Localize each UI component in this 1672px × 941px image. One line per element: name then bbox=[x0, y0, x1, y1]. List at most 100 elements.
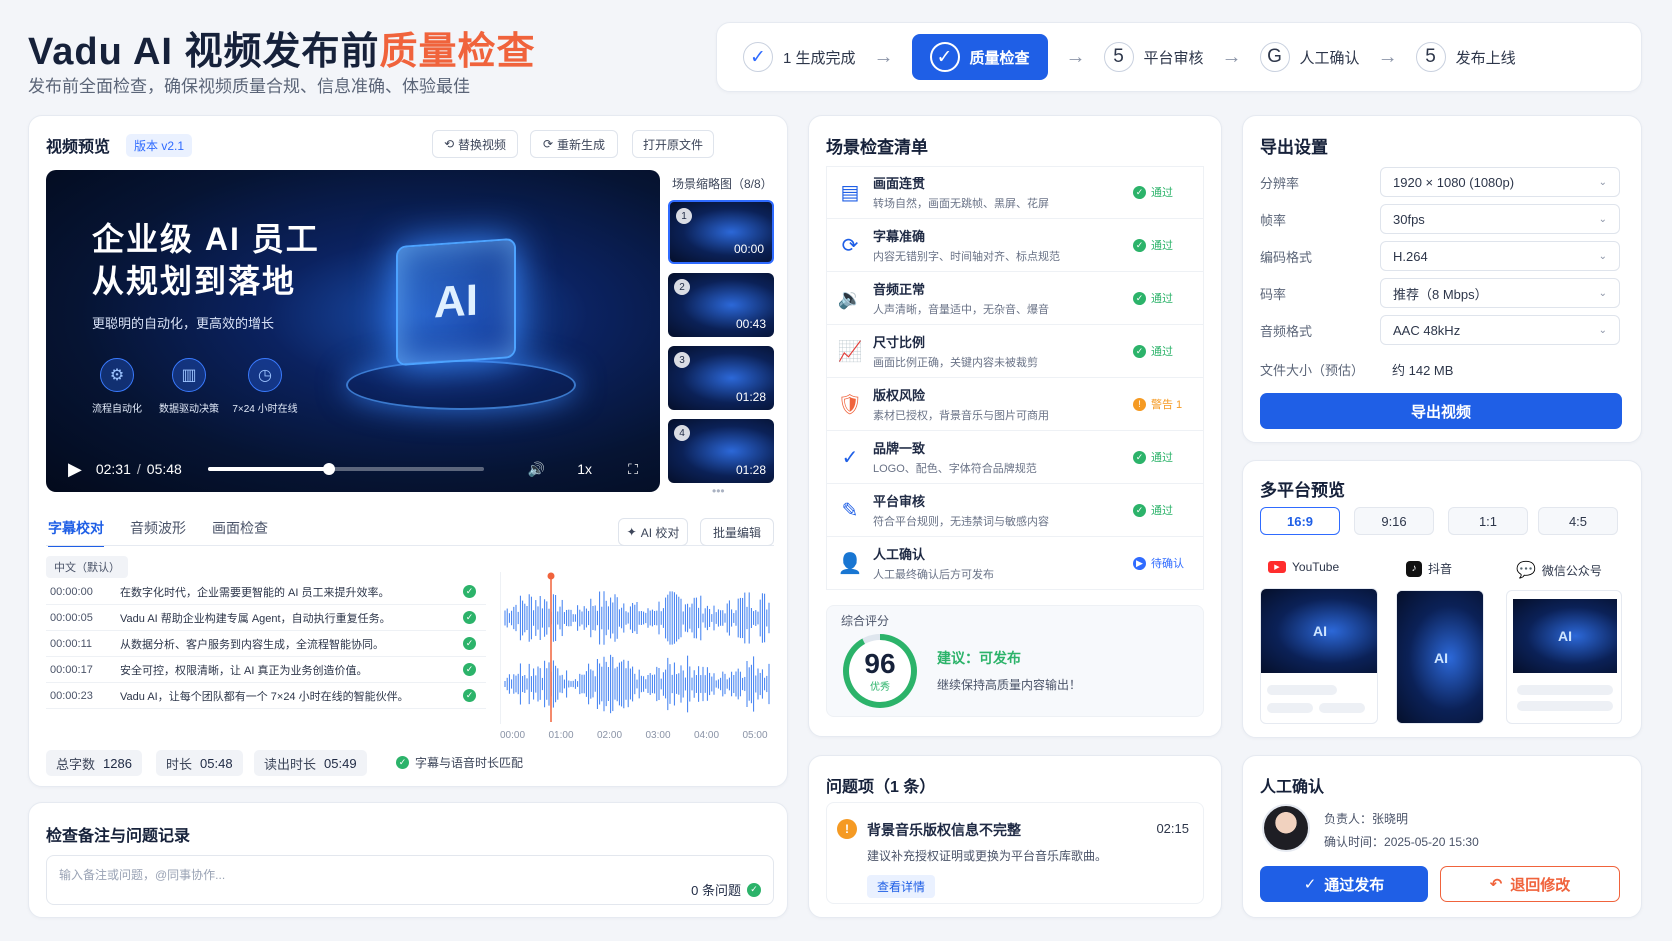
return-edit-button[interactable]: ↶ 退回修改 bbox=[1440, 866, 1620, 902]
status-badge: 通过 bbox=[1151, 452, 1173, 464]
step-3[interactable]: 5 平台审核 bbox=[1103, 34, 1204, 80]
scene-thumb[interactable]: 3 01:28 bbox=[668, 346, 774, 410]
setting-select[interactable]: H.264 ⌄ bbox=[1380, 241, 1620, 271]
setting-select[interactable]: 1920 × 1080 (1080p) ⌄ bbox=[1380, 167, 1620, 197]
regenerate-button[interactable]: ⟳ 重新生成 bbox=[530, 130, 618, 158]
check-icon: ✓ bbox=[1303, 876, 1317, 893]
subtitle-row[interactable]: 00:00:17 安全可控，权限清晰，让 AI 真正为业务创造价值。 ✓ bbox=[46, 657, 486, 683]
platform-icon: ✎ bbox=[841, 499, 859, 522]
speed-button[interactable]: 1x bbox=[577, 461, 592, 477]
subtitle-timecode: 00:00:00 bbox=[50, 585, 93, 598]
step-4[interactable]: G 人工确认 bbox=[1259, 34, 1360, 80]
douyin-preview[interactable]: AI bbox=[1396, 590, 1484, 724]
view-detail-button[interactable]: 查看详情 bbox=[867, 875, 936, 898]
step-5[interactable]: 5 发布上线 bbox=[1415, 34, 1516, 80]
tab-audio[interactable]: 音频波形 bbox=[130, 518, 186, 547]
check-item-name: 版权风险 bbox=[873, 388, 926, 403]
fullscreen-icon[interactable]: ⛶ bbox=[628, 461, 638, 478]
setting-select[interactable]: 推荐（8 Mbps） ⌄ bbox=[1380, 278, 1620, 308]
gear-icon: ⚙ bbox=[100, 358, 134, 392]
check-item[interactable]: 👤 人工确认 人工最终确认后方可发布 ▶ 待确认 bbox=[826, 537, 1204, 590]
setting-label: 分辨率 bbox=[1260, 175, 1300, 191]
export-video-button[interactable]: 导出视频 bbox=[1260, 393, 1622, 429]
scene-thumb[interactable]: 1 00:00 bbox=[668, 200, 774, 264]
replace-video-button[interactable]: ⟲ 替换视频 bbox=[432, 130, 518, 158]
subtitle-row[interactable]: 00:00:05 Vadu AI 帮助企业构建专属 Agent，自动执行重复任务。… bbox=[46, 605, 486, 631]
confirm-title: 人工确认 bbox=[1260, 779, 1325, 796]
progress-stepper: ✓ 1 生成完成 → ✓ 质量检查 → 5 平台审核 → G 人工确认 → 5 发布上线 bbox=[716, 22, 1642, 92]
step-arrow-icon: → bbox=[873, 45, 894, 68]
status-badge: 待确认 bbox=[1151, 558, 1184, 570]
check-item[interactable]: 🔉 音频正常 人声清晰，音量适中，无杂音、爆音 ✓ 通过 bbox=[826, 272, 1204, 325]
ratio-9-16[interactable]: 9:16 bbox=[1354, 507, 1434, 535]
audio-waveform[interactable] bbox=[500, 572, 774, 724]
score-panel: 综合评分 96 优秀 建议：可发布 继续保持高质量内容输出！ bbox=[826, 605, 1204, 717]
open-file-button[interactable]: 打开原文件 bbox=[632, 130, 714, 158]
word-count-chip: 总字数 1286 bbox=[46, 750, 142, 776]
batch-edit-button[interactable]: 批量编辑 bbox=[700, 518, 774, 546]
export-setting-row: 帧率 30fps ⌄ bbox=[1260, 203, 1620, 235]
waveform-tick: 05:00 bbox=[742, 730, 768, 741]
check-item[interactable]: 📈 尺寸比例 画面比例正确，关键内容未被裁剪 ✓ 通过 bbox=[826, 325, 1204, 378]
ratio-4-5[interactable]: 4:5 bbox=[1538, 507, 1618, 535]
step-2[interactable]: ✓ 质量检查 bbox=[911, 34, 1048, 80]
check-item[interactable]: ✓ 品牌一致 LOGO、配色、字体符合品牌规范 ✓ 通过 bbox=[826, 431, 1204, 484]
setting-label: 码率 bbox=[1260, 286, 1287, 302]
subtitle-text: Vadu AI 帮助企业构建专属 Agent，自动执行重复任务。 bbox=[120, 612, 391, 625]
waveform-tick: 02:00 bbox=[597, 730, 623, 741]
subtitle-row[interactable]: 00:00:00 在数字化时代，企业需要更智能的 AI 员工来提升效率。 ✓ bbox=[46, 579, 486, 605]
multi-platform-title: 多平台预览 bbox=[1260, 481, 1345, 500]
check-item-name: 字幕准确 bbox=[873, 229, 926, 244]
scene-thumb[interactable]: 4 01:28 bbox=[668, 419, 774, 483]
play-icon[interactable]: ▶ bbox=[68, 459, 82, 480]
scene-thumb[interactable]: 2 00:43 bbox=[668, 273, 774, 337]
playhead-handle[interactable] bbox=[547, 572, 555, 580]
volume-icon[interactable]: 🔊 bbox=[528, 461, 545, 478]
subtitle-row[interactable]: 00:00:23 Vadu AI，让每个团队都有一个 7×24 小时在线的智能伙伴… bbox=[46, 683, 486, 709]
youtube-preview[interactable]: AI bbox=[1260, 588, 1378, 724]
progress-bar[interactable] bbox=[207, 463, 484, 475]
step-label: 平台审核 bbox=[1143, 49, 1204, 67]
video-player[interactable]: AI 企业级 AI 员工 从规划到落地 更聪明的自动化，更高效的增长 ⚙ 流程自动化… bbox=[46, 170, 660, 492]
score-label: 综合评分 bbox=[841, 614, 890, 628]
chevron-down-icon: ⌄ bbox=[1598, 250, 1607, 262]
more-dots-icon[interactable]: ••• bbox=[712, 484, 725, 498]
subtitle-row[interactable]: 00:00:11 从数据分析、客户服务到内容生成，全流程智能协同。 ✓ bbox=[46, 631, 486, 657]
check-circle-icon: ✓ bbox=[463, 689, 476, 702]
audio-icon: 🔉 bbox=[837, 287, 863, 310]
step-1[interactable]: ✓ 1 生成完成 bbox=[743, 34, 856, 80]
owner-line: 负责人：张晓明 bbox=[1324, 812, 1409, 826]
ratio-1-1[interactable]: 1:1 bbox=[1448, 507, 1528, 535]
check-item[interactable]: 🛡 版权风险 素材已授权，背景音乐与图片可商用! 警告 1 bbox=[826, 378, 1204, 431]
subtitle-timecode: 00:00:11 bbox=[50, 637, 93, 650]
current-time: 02:31 bbox=[95, 461, 131, 477]
check-item[interactable]: ▤ 画面连贯 转场自然，画面无跳帧、黑屏、花屏 ✓ 通过 bbox=[826, 166, 1204, 219]
approve-publish-button[interactable]: ✓ 通过发布 bbox=[1260, 866, 1428, 902]
notes-input[interactable]: 输入备注或问题，@同事协作... 0 条问题 ✓ bbox=[46, 855, 774, 905]
setting-select[interactable]: AAC 48kHz ⌄ bbox=[1380, 315, 1620, 345]
step-label: 1 生成完成 bbox=[783, 49, 856, 67]
language-select[interactable]: 中文（默认） bbox=[46, 556, 128, 578]
check-item[interactable]: ⟳ 字幕准确 内容无错别字、时间轴对齐、标点规范 ✓ 通过 bbox=[826, 219, 1204, 272]
check-item-desc: 内容无错别字、时间轴对齐、标点规范 bbox=[873, 251, 1060, 263]
setting-select[interactable]: 30fps ⌄ bbox=[1380, 204, 1620, 234]
brand-icon: ✓ bbox=[841, 446, 859, 469]
feature-data: ▥ 数据驱动决策 bbox=[154, 358, 224, 415]
issues-title: 问题项（1 条） bbox=[826, 779, 936, 796]
clock-icon: ◷ bbox=[248, 358, 282, 392]
tab-subtitles[interactable]: 字幕校对 bbox=[48, 518, 104, 547]
tab-visual[interactable]: 画面检查 bbox=[212, 518, 268, 547]
check-item-desc: 人声清晰，音量适中，无杂音、爆音 bbox=[873, 304, 1049, 316]
progress-handle[interactable] bbox=[323, 463, 336, 475]
status-icon: ▶ bbox=[1133, 556, 1146, 570]
step-number: ✓ bbox=[743, 42, 773, 72]
check-item-name: 人工确认 bbox=[873, 547, 926, 562]
ai-check-button[interactable]: ✦ AI 校对 bbox=[618, 518, 688, 546]
status-badge: 通过 bbox=[1151, 346, 1173, 358]
waveform-tick: 01:00 bbox=[548, 730, 574, 741]
wechat-preview[interactable]: AI bbox=[1506, 590, 1622, 724]
file-size-row: 文件大小（预估）约 142 MB bbox=[1260, 362, 1454, 378]
check-item-desc: 素材已授权，背景音乐与图片可商用 bbox=[873, 410, 1049, 422]
check-item[interactable]: ✎ 平台审核 符合平台规则，无违禁词与敏感内容 ✓ 通过 bbox=[826, 484, 1204, 537]
ratio-16-9[interactable]: 16:9 bbox=[1260, 507, 1340, 535]
